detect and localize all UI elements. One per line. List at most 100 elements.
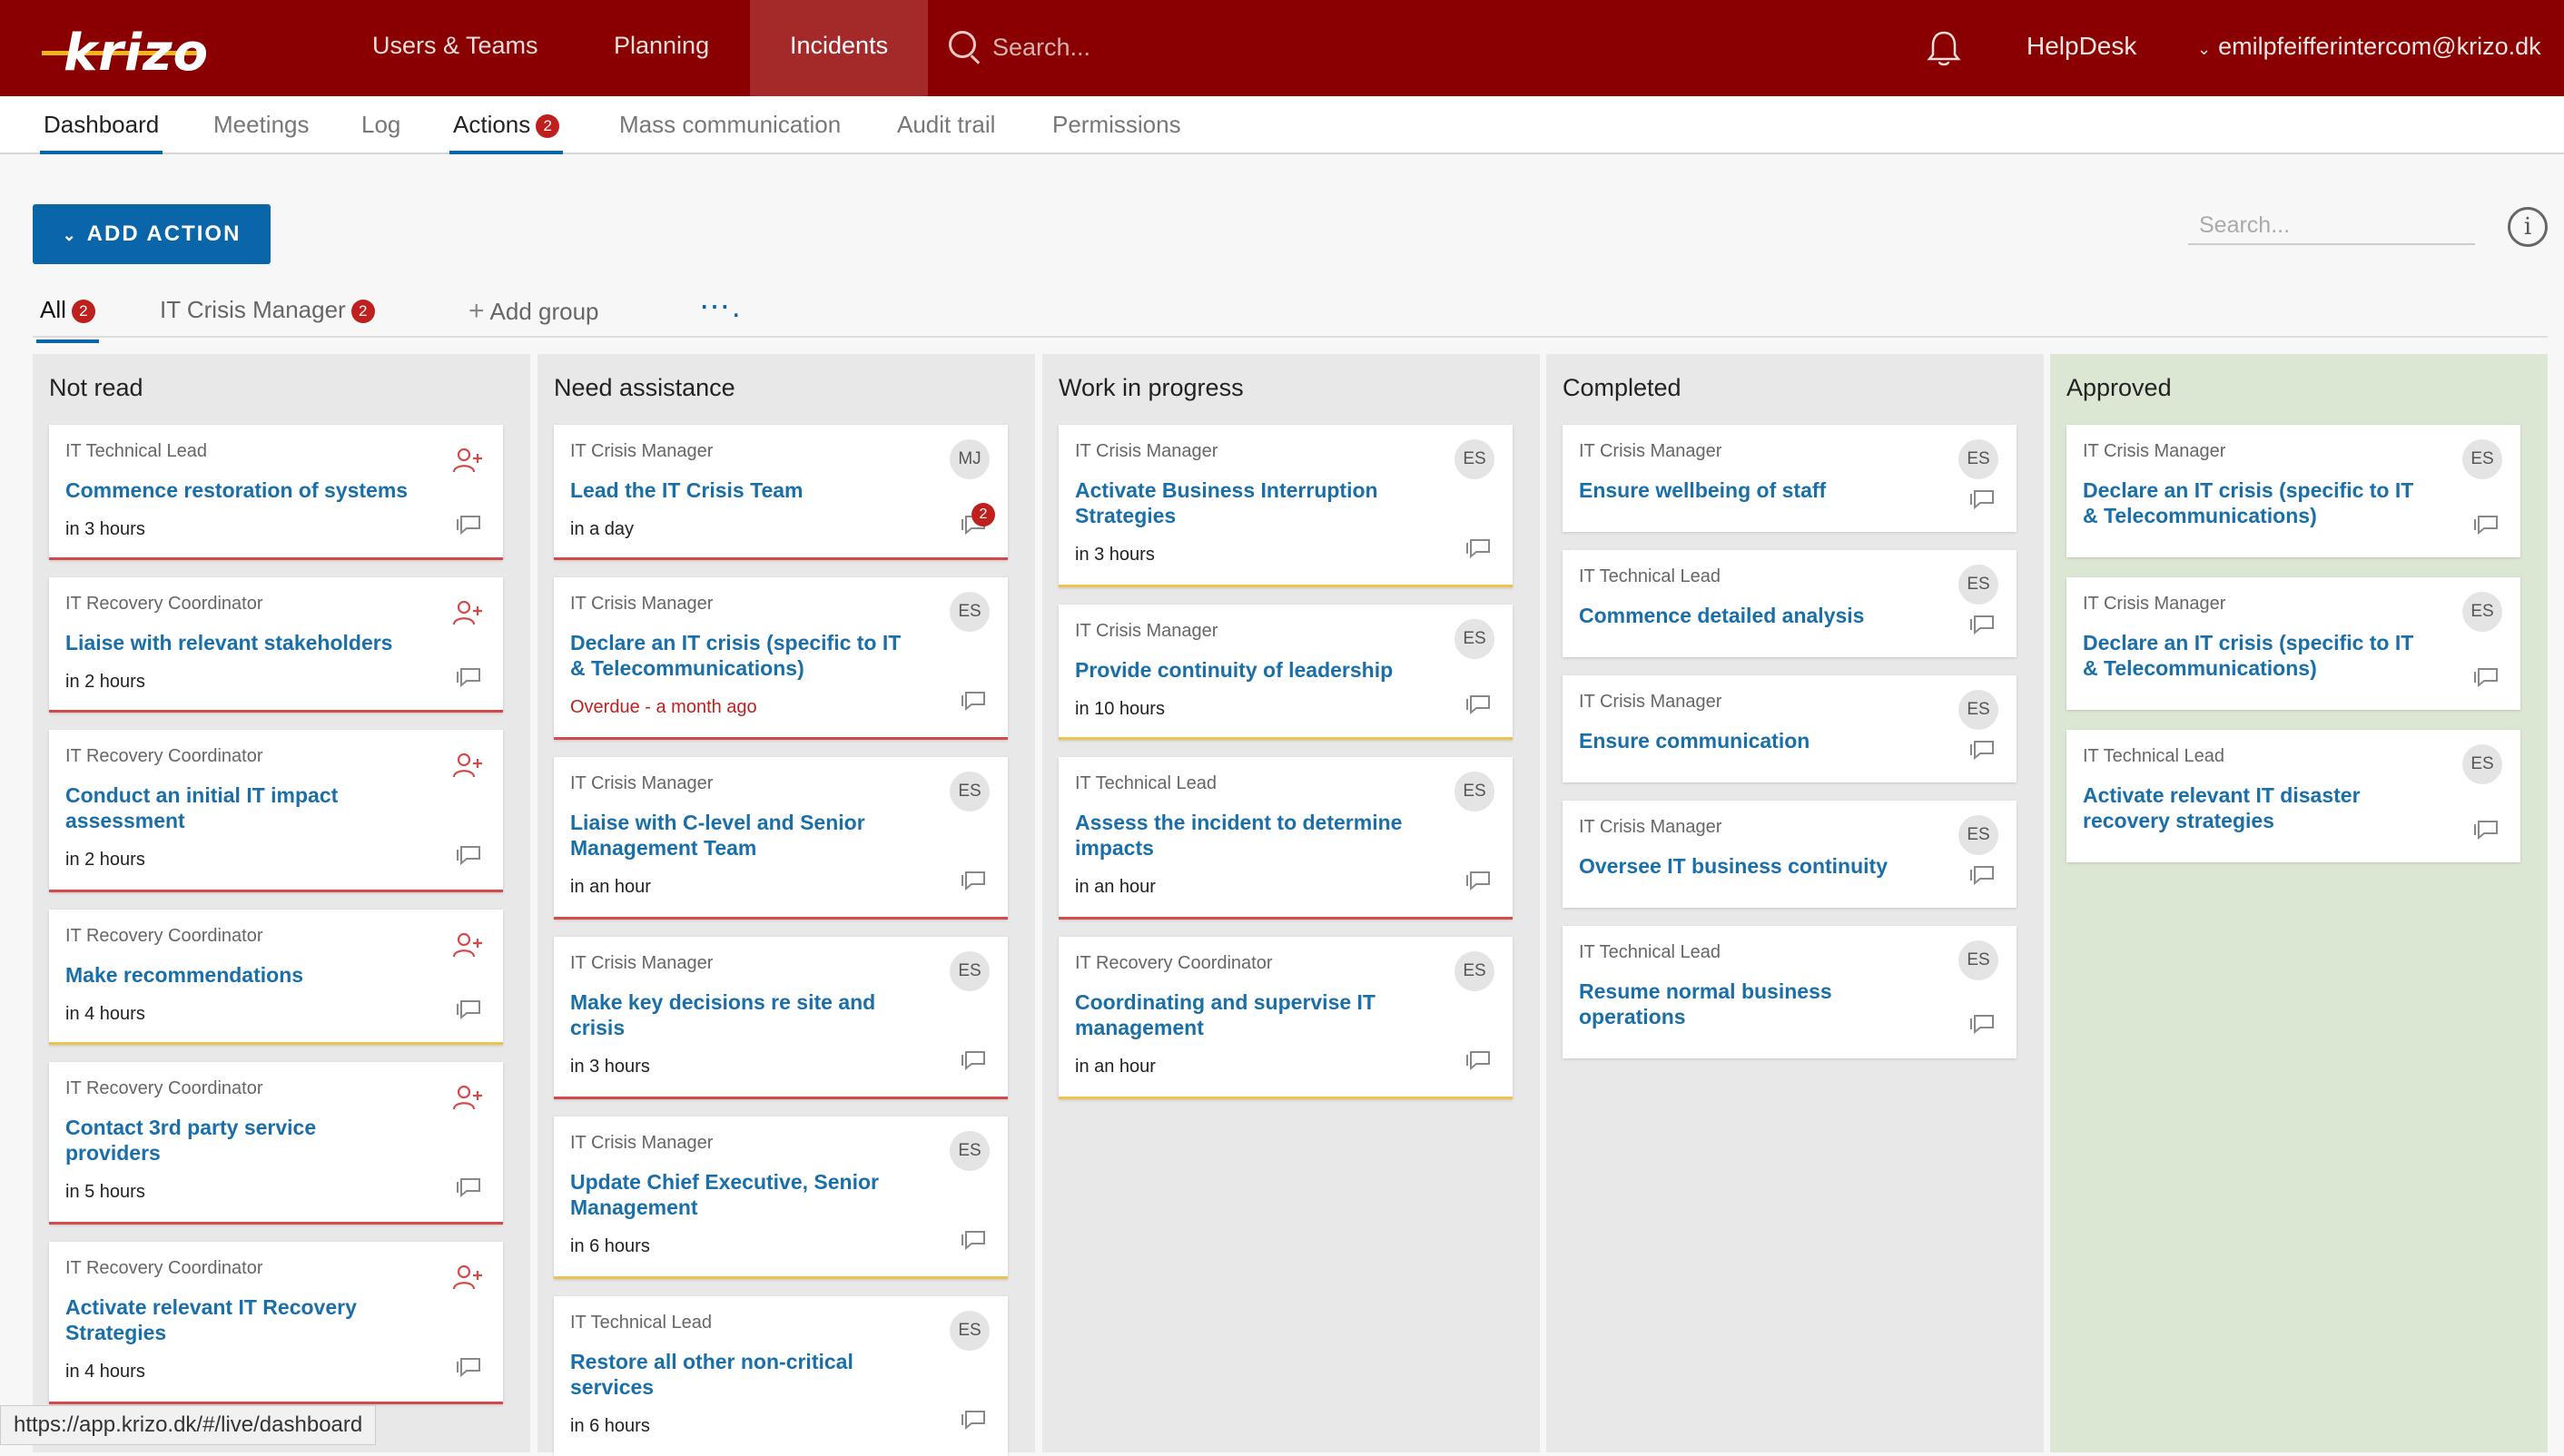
krizo-logo[interactable]: krizo [36,18,209,83]
more-options-icon[interactable]: ⋯. [699,289,742,325]
avatar[interactable]: ES [1958,565,1998,605]
nav-users-teams[interactable]: Users & Teams [332,0,578,96]
card-title[interactable]: Activate relevant IT disaster recovery s… [2083,782,2428,833]
comment-icon[interactable] [1465,870,1491,891]
card-title[interactable]: Liaise with C-level and Senior Managemen… [570,810,915,861]
tab-actions[interactable]: Actions 2 [449,111,564,154]
add-group-button[interactable]: + Add group [468,296,599,327]
tab-log[interactable]: Log [361,111,400,139]
avatar[interactable]: ES [1958,439,1998,479]
group-tab-all[interactable]: All 2 [36,296,99,343]
card-title[interactable]: Oversee IT business continuity [1579,853,1924,879]
action-card[interactable]: IT Crisis Manager Declare an IT crisis (… [2066,577,2520,710]
avatar[interactable]: ES [1958,815,1998,855]
action-card[interactable]: IT Technical Lead Restore all other non-… [554,1296,1008,1456]
avatar[interactable]: ES [2462,592,2502,632]
comment-icon[interactable] [456,999,481,1020]
avatar[interactable]: ES [1455,439,1494,479]
global-search-input[interactable] [991,29,1303,65]
add-action-button[interactable]: ⌄ ADD ACTION [33,204,271,264]
action-card[interactable]: IT Technical Lead Commence restoration o… [49,425,503,560]
action-card[interactable]: IT Recovery Coordinator Liaise with rele… [49,577,503,713]
action-card[interactable]: IT Crisis Manager Lead the IT Crisis Tea… [554,425,1008,560]
avatar[interactable]: ES [1455,772,1494,812]
card-title[interactable]: Declare an IT crisis (specific to IT & T… [2083,477,2428,528]
avatar[interactable]: ES [1958,940,1998,980]
comment-icon[interactable] [456,514,481,536]
comment-icon[interactable] [1465,537,1491,559]
card-title[interactable]: Ensure wellbeing of staff [1579,477,1924,503]
assign-user-icon[interactable] [452,752,483,779]
comment-icon[interactable] [1969,1013,1995,1035]
action-card[interactable]: IT Technical Lead Activate relevant IT d… [2066,730,2520,862]
action-card[interactable]: IT Crisis Manager Activate Business Inte… [1059,425,1513,587]
action-card[interactable]: IT Crisis Manager Ensure wellbeing of st… [1563,425,2017,532]
nav-incidents[interactable]: Incidents [750,0,929,96]
card-title[interactable]: Contact 3rd party service providers [65,1115,410,1166]
comment-icon[interactable] [961,870,986,891]
card-title[interactable]: Restore all other non-critical services [570,1349,915,1400]
avatar[interactable]: ES [1455,619,1494,659]
tab-audit-trail[interactable]: Audit trail [897,111,995,139]
comment-icon[interactable] [1969,614,1995,635]
avatar[interactable]: ES [950,1311,990,1351]
card-title[interactable]: Declare an IT crisis (specific to IT & T… [570,630,915,681]
comment-icon[interactable] [456,1356,481,1378]
action-card[interactable]: IT Recovery Coordinator Coordinating and… [1059,937,1513,1099]
comment-icon[interactable] [1465,694,1491,715]
tab-meetings[interactable]: Meetings [213,111,310,139]
avatar[interactable]: ES [2462,744,2502,784]
tab-mass-communication[interactable]: Mass communication [619,111,841,139]
comment-icon[interactable] [1969,739,1995,761]
avatar[interactable]: ES [1455,951,1494,991]
avatar[interactable]: MJ [950,439,990,479]
avatar[interactable]: ES [2462,439,2502,479]
action-card[interactable]: IT Crisis Manager Liaise with C-level an… [554,757,1008,920]
tab-dashboard[interactable]: Dashboard [40,111,163,154]
card-title[interactable]: Commence detailed analysis [1579,603,1924,628]
comment-icon[interactable] [456,844,481,866]
notification-bell-icon[interactable] [1925,29,1963,69]
user-menu[interactable]: ⌄ emilpfeifferintercom@krizo.dk [2197,0,2541,95]
action-card[interactable]: IT Crisis Manager Make key decisions re … [554,937,1008,1099]
comment-icon[interactable] [961,1049,986,1071]
card-title[interactable]: Resume normal business operations [1579,979,1924,1029]
action-card[interactable]: IT Recovery Coordinator Conduct an initi… [49,730,503,892]
helpdesk-link[interactable]: HelpDesk [2027,0,2136,93]
group-tab-it-crisis-manager[interactable]: IT Crisis Manager 2 [160,296,375,324]
assign-user-icon[interactable] [452,599,483,626]
comment-icon[interactable] [1465,1049,1491,1071]
card-title[interactable]: Commence restoration of systems [65,477,410,503]
avatar[interactable]: ES [1958,690,1998,730]
action-card[interactable]: IT Technical Lead Commence detailed anal… [1563,550,2017,657]
card-title[interactable]: Ensure communication [1579,728,1924,753]
comment-icon[interactable] [2473,819,2499,841]
action-card[interactable]: IT Crisis Manager Provide continuity of … [1059,605,1513,740]
nav-planning[interactable]: Planning [574,0,749,96]
card-title[interactable]: Provide continuity of leadership [1075,657,1420,683]
card-title[interactable]: Update Chief Executive, Senior Managemen… [570,1169,915,1220]
card-title[interactable]: Declare an IT crisis (specific to IT & T… [2083,630,2428,681]
avatar[interactable]: ES [950,951,990,991]
comment-icon[interactable] [1969,864,1995,886]
action-card[interactable]: IT Technical Lead Resume normal business… [1563,926,2017,1058]
assign-user-icon[interactable] [452,1084,483,1111]
action-card[interactable]: IT Technical Lead Assess the incident to… [1059,757,1513,920]
action-card[interactable]: IT Crisis Manager Update Chief Executive… [554,1117,1008,1279]
actions-search[interactable] [2188,207,2475,245]
comment-icon[interactable] [2473,666,2499,688]
card-title[interactable]: Activate relevant IT Recovery Strategies [65,1294,410,1345]
global-search[interactable] [949,29,1312,65]
card-title[interactable]: Coordinating and supervise IT management [1075,989,1420,1040]
action-card[interactable]: IT Recovery Coordinator Make recommendat… [49,910,503,1045]
comment-icon[interactable] [1969,488,1995,510]
comment-icon[interactable] [2473,514,2499,536]
assign-user-icon[interactable] [452,931,483,959]
card-title[interactable]: Make key decisions re site and crisis [570,989,915,1040]
comment-icon[interactable] [456,1176,481,1198]
avatar[interactable]: ES [950,592,990,632]
action-card[interactable]: IT Recovery Coordinator Contact 3rd part… [49,1062,503,1225]
comment-icon[interactable] [961,1409,986,1431]
comment-icon[interactable] [456,666,481,688]
action-card[interactable]: IT Crisis Manager Declare an IT crisis (… [554,577,1008,740]
